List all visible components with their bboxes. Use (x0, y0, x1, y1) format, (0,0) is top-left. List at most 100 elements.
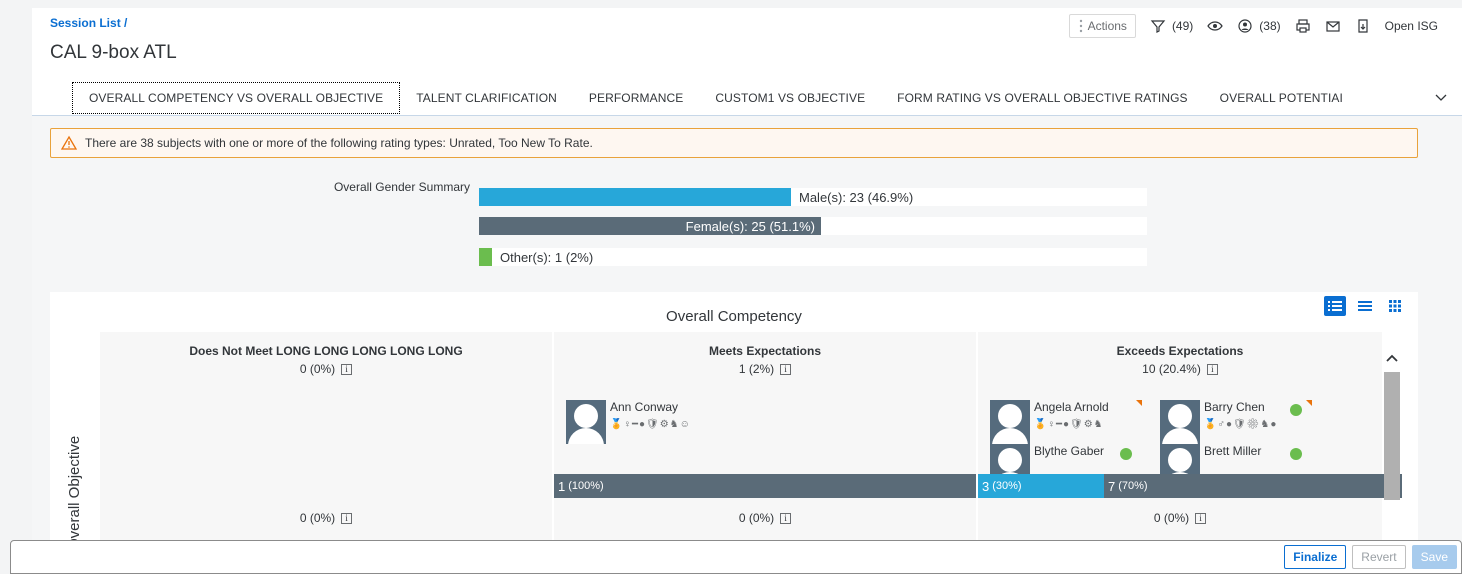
warning-text: There are 38 subjects with one or more o… (85, 136, 593, 150)
page: Session List / CAL 9-box ATL Actions (49… (32, 8, 1462, 574)
tab-talent-clarification[interactable]: TALENT CLARIFICATION (400, 83, 573, 113)
nine-box-grid: Overall Competency Overall Objective 5-t… (50, 292, 1418, 574)
bar-value: 7 (1108, 478, 1116, 494)
tab-form-rating[interactable]: FORM RATING VS OVERALL OBJECTIVE RATINGS (881, 83, 1204, 113)
y-axis-label: Overall Objective (66, 435, 83, 550)
email-button[interactable] (1325, 18, 1341, 34)
check-icon (1290, 448, 1302, 460)
scrollbar[interactable] (1384, 372, 1400, 500)
avatar (566, 400, 606, 444)
check-icon (1120, 448, 1132, 460)
avatar (990, 400, 1030, 444)
info-icon[interactable]: i (341, 363, 353, 375)
subjects-button[interactable]: (38) (1237, 18, 1281, 34)
grid-view-button[interactable] (1384, 296, 1406, 316)
column-count: 10 (20.4%) (1142, 362, 1201, 376)
filter-icon (1150, 20, 1166, 33)
email-icon (1326, 21, 1340, 32)
column-count: 0 (0%) (299, 362, 336, 376)
male-bar-label: Male(s): 23 (46.9%) (799, 189, 914, 205)
save-button[interactable]: Save (1411, 545, 1457, 569)
employee-card[interactable]: Ann Conway 🏅♀━●🛡⚙♞☺ (566, 400, 720, 444)
cell-bar[interactable]: 3 (30%) (978, 474, 1104, 498)
actions-button[interactable]: Actions (1068, 14, 1136, 38)
revert-button[interactable]: Revert (1352, 545, 1406, 569)
filter-count: (49) (1171, 19, 1194, 33)
tab-overall-competency[interactable]: OVERALL COMPETENCY VS OVERALL OBJECTIVE (72, 81, 401, 114)
cell-count-text: 0 (0%) (299, 511, 336, 525)
person-group-icon (1238, 19, 1252, 33)
list-icon (1358, 301, 1372, 311)
list-detail-icon (1328, 301, 1342, 311)
open-isg-button[interactable]: Open ISG (1385, 19, 1438, 33)
rating-icons: 🏅♂●🛡⚙♞● (1204, 419, 1278, 430)
eye-icon (1207, 21, 1224, 31)
tab-bar: OVERALL COMPETENCY VS OVERALL OBJECTIVE … (32, 80, 1462, 116)
bar-value: 3 (982, 478, 990, 494)
download-document-icon (1358, 19, 1368, 33)
gender-summary-label: Overall Gender Summary (333, 180, 470, 194)
female-bar-label: Female(s): 25 (51.1%) (685, 218, 815, 234)
content-area: There are 38 subjects with one or more o… (32, 116, 1462, 574)
check-icon (1290, 404, 1302, 416)
employee-card[interactable]: Barry Chen 🏅♂●🛡⚙♞● (1160, 400, 1314, 444)
info-icon[interactable]: i (1195, 512, 1207, 524)
avatar (990, 444, 1030, 474)
cell-count: 0 (0%) i (554, 498, 976, 538)
info-icon[interactable]: i (780, 512, 792, 524)
other-bar: Other(s): 1 (2%) (479, 248, 1147, 266)
more-vertical-icon (1079, 19, 1082, 33)
open-isg-label: Open ISG (1384, 19, 1438, 33)
view-switcher (1324, 296, 1406, 316)
list-view-button[interactable] (1354, 296, 1376, 316)
column-title: Exceeds Expectations (1116, 344, 1244, 358)
employee-card[interactable]: Blythe Gaber (990, 444, 1144, 474)
info-icon[interactable]: i (780, 363, 792, 375)
warning-banner: There are 38 subjects with one or more o… (50, 128, 1418, 158)
employee-name: Ann Conway (610, 400, 679, 414)
female-bar-fill: Female(s): 25 (51.1%) (479, 217, 821, 235)
female-bar: Female(s): 25 (51.1%) (479, 217, 1147, 235)
filter-button[interactable]: (49) (1150, 18, 1193, 34)
other-bar-label: Other(s): 1 (2%) (500, 249, 594, 265)
avatar (1160, 444, 1200, 474)
employee-name: Barry Chen (1204, 400, 1265, 414)
column-title: Does Not Meet LONG LONG LONG LONG LONG (189, 344, 463, 358)
bar-percent: (70%) (1118, 480, 1148, 492)
grid-title: Overall Competency (666, 308, 802, 325)
finalize-button[interactable]: Finalize (1284, 545, 1347, 569)
warning-icon (61, 135, 77, 150)
employee-card[interactable]: Angela Arnold 🏅♀━●🛡⚙♞ (990, 400, 1144, 444)
cell-count-text: 0 (0%) (738, 511, 775, 525)
chevron-up-icon[interactable] (1384, 350, 1400, 366)
footer-bar: Finalize Revert Save (10, 540, 1462, 574)
toolbar: Actions (49) (38) Open ISG (1068, 14, 1438, 38)
view-button[interactable] (1207, 18, 1224, 34)
column-title: Meets Expectations (708, 344, 822, 358)
export-button[interactable] (1355, 18, 1371, 34)
rating-icons: 🏅♀━●🛡⚙♞☺ (610, 419, 691, 430)
male-bar: Male(s): 23 (46.9%) (479, 188, 1147, 206)
info-icon[interactable]: i (1206, 363, 1218, 375)
rating-icons: 🏅♀━●🛡⚙♞ (1034, 419, 1104, 430)
flag-icon (1306, 400, 1312, 406)
employee-name: Blythe Gaber (1034, 444, 1105, 458)
print-button[interactable] (1295, 18, 1311, 34)
breadcrumb[interactable]: Session List / (50, 16, 127, 30)
list-detail-view-button[interactable] (1324, 296, 1346, 316)
tab-custom1[interactable]: CUSTOM1 VS OBJECTIVE (699, 83, 881, 113)
column-count: 1 (2%) (738, 362, 775, 376)
grid-icon (1389, 300, 1401, 312)
subjects-count: (38) (1259, 19, 1281, 33)
employee-card[interactable]: Brett Miller (1160, 444, 1314, 474)
bar-percent: (100%) (568, 480, 604, 492)
cell-bar[interactable]: 7 (70%) (1104, 474, 1402, 498)
tab-performance[interactable]: PERFORMANCE (573, 83, 699, 113)
info-icon[interactable]: i (341, 512, 353, 524)
employee-name: Angela Arnold (1034, 400, 1109, 414)
cell-count-text: 0 (0%) (1153, 511, 1190, 525)
cell-bar[interactable]: 1 (100%) (554, 474, 976, 498)
tab-overall-potential[interactable]: OVERALL POTENTIAI (1204, 83, 1359, 113)
flag-icon (1136, 400, 1142, 406)
chevron-down-icon[interactable] (1434, 90, 1448, 104)
